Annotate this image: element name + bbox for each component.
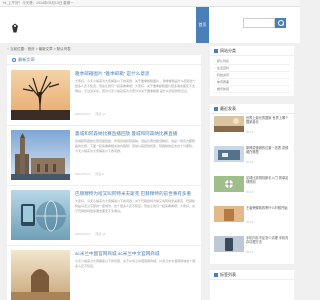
recent-post-item[interactable]: 足球比赛规则新手入门 简单足球规则 05-13 — [214, 176, 290, 196]
breadcrumb: ⌂当前位置：首页 > 最新文章 > 默认列表 — [7, 46, 71, 52]
recent-post-thumbnail[interactable] — [214, 236, 244, 252]
recent-post-title[interactable]: 王者荣耀新赛季什么时候开始 — [246, 206, 290, 220]
widget-header: 标签列表 — [210, 270, 294, 280]
bullet-icon: › — [214, 59, 215, 63]
post-title[interactable]: 巴赫穆特为啥又叫阿特米夫斯克 巴赫穆特的前世事有多重 — [75, 191, 197, 197]
category-label[interactable]: 体育赛事 — [217, 80, 229, 84]
category-label[interactable]: 生活百科 — [217, 66, 229, 70]
post-title[interactable]: 曼城和阿森纳比赛直播回放 曼城和阿森纳比赛直播 — [75, 131, 197, 137]
recent-post-date: 05-13 — [246, 190, 254, 194]
recent-post-item[interactable]: 世界上最长的国家 世界上哪个国家最长 05-13 — [214, 116, 290, 136]
recent-post-thumbnail[interactable] — [214, 146, 244, 162]
top-bar: Hi_上午好！今天是：2024年05月13日 星期一 — [0, 0, 300, 7]
recent-post-date: 05-13 — [246, 130, 254, 134]
section-title: 最新文章 — [18, 57, 35, 62]
post-thumbnail[interactable] — [11, 130, 70, 180]
post-date: 2024-05-13 — [75, 172, 91, 176]
categories-widget: 网站分类 › 默认列表 › 生活百科 › 科技资讯 › 体育赛事 › 娱乐新闻 — [210, 46, 294, 96]
post-excerpt: 大家好，今天小编来为大家解答以下的问题，关于巴赫穆特为啥又叫阿特米夫斯克，巴赫穆… — [75, 199, 196, 213]
widget-title: 最近发表 — [220, 106, 236, 111]
latest-posts-panel: 最新文章 雅季邮箱图片 “雅季邮箱” 是什么意思 大家好，今天小编来为大家解答以… — [7, 55, 201, 300]
widget-title: 标签列表 — [220, 272, 236, 277]
search-icon[interactable] — [275, 18, 286, 28]
tag-icon — [214, 273, 218, 277]
recent-post-thumbnail[interactable] — [214, 116, 244, 132]
bullet-icon: › — [214, 66, 215, 70]
section-header: 最新文章 — [7, 55, 201, 65]
home-icon: ⌂ — [7, 47, 10, 51]
widget-header: 网站分类 — [210, 46, 294, 56]
category-label[interactable]: 娱乐新闻 — [217, 87, 229, 91]
greeting-text: Hi_上午好！今天是：2024年05月13日 星期一 — [3, 1, 74, 5]
recent-post-thumbnail[interactable] — [214, 206, 244, 222]
post-date: 2024-05-13 — [75, 232, 91, 236]
post-item[interactable]: 曼城和阿森纳比赛直播回放 曼城和阿森纳比赛直播 曼城和阿森纳比赛直播回放，作者曼… — [7, 126, 201, 186]
post-thumbnail[interactable] — [11, 250, 70, 300]
post-thumbnail[interactable] — [11, 70, 70, 120]
recent-post-item[interactable]: 原神蒙德城的位置一览表 蒙德城在哪里 05-13 — [214, 146, 290, 166]
category-label[interactable]: 科技资讯 — [217, 73, 229, 77]
recent-post-thumbnail[interactable] — [214, 176, 244, 192]
widget-header: 最近发表 — [210, 104, 294, 114]
recent-post-date: 05-13 — [246, 220, 254, 224]
clock-icon — [12, 58, 16, 62]
post-meta: 2024-05-13 阅读 15 — [75, 232, 197, 237]
menu-icon — [214, 107, 218, 111]
nav-item-home[interactable]: 首页 — [196, 7, 209, 43]
recent-posts-widget: 最近发表 世界上最长的国家 世界上哪个国家最长 05-13 原神蒙德城的位置一览… — [210, 104, 294, 264]
post-item[interactable]: 雅季邮箱图片 “雅季邮箱” 是什么意思 大家好，今天小编来为大家解答以下的问题，… — [7, 66, 201, 126]
recent-post-date: 05-13 — [246, 160, 254, 164]
post-excerpt: 大家好，今天小编来为大家解答以下的问题，关于雅季邮箱图片 ，雅季邮箱是什么意思这… — [75, 79, 196, 93]
bullet-icon: › — [214, 73, 215, 77]
bullet-icon: › — [214, 80, 215, 84]
recent-post-title[interactable]: 足球比赛规则新手入门 简单足球规则 — [246, 176, 290, 190]
search-box — [243, 18, 275, 35]
recent-post-item[interactable]: 王者荣耀新赛季什么时候开始 05-13 — [214, 206, 290, 226]
widget-title: 网站分类 — [220, 48, 236, 53]
post-item[interactable]: ac米兰中国官网商城 ac米兰中文官网商城 今天小编来为大家解答以下的问题，关于… — [7, 246, 201, 300]
post-item[interactable]: 巴赫穆特为啥又叫阿特米夫斯克 巴赫穆特的前世事有多重 大家好，今天小编来为大家解… — [7, 186, 201, 246]
post-title[interactable]: 雅季邮箱图片 “雅季邮箱” 是什么意思 — [75, 71, 197, 77]
recent-post-title[interactable]: 手机内存不足怎么清理 手机内存清理方法 — [246, 236, 290, 250]
category-item[interactable]: › 生活百科 — [214, 65, 290, 72]
category-item[interactable]: › 体育赛事 — [214, 79, 290, 86]
category-item[interactable]: › 科技资讯 — [214, 72, 290, 79]
search-input[interactable] — [244, 27, 274, 35]
bullet-icon: › — [214, 87, 215, 91]
post-excerpt: 曼城和阿森纳比赛直播回放，作者曼城和阿森纳，但是比赛也相当精彩，这是一场双方都想… — [75, 139, 196, 153]
recent-post-title[interactable]: 原神蒙德城的位置一览表 蒙德城在哪里 — [246, 146, 290, 160]
menu-icon — [214, 49, 218, 53]
category-item[interactable]: › 默认列表 — [214, 58, 290, 65]
site-logo[interactable] — [11, 23, 19, 33]
post-date: 2024-05-13 — [75, 112, 91, 116]
post-views: 阅读 9 — [95, 172, 104, 176]
recent-post-date: 05-13 — [246, 250, 254, 254]
post-thumbnail[interactable] — [11, 190, 70, 240]
breadcrumb-text: 当前位置：首页 > 最新文章 > 默认列表 — [10, 47, 71, 51]
post-meta: 2024-05-13 阅读 12 — [75, 112, 197, 117]
tags-widget: 标签列表 — [210, 270, 294, 300]
post-views: 阅读 12 — [95, 112, 106, 116]
category-item[interactable]: › 娱乐新闻 — [214, 86, 290, 93]
post-meta: 2024-05-13 阅读 9 — [75, 172, 197, 177]
recent-post-title[interactable]: 世界上最长的国家 世界上哪个国家最长 — [246, 116, 290, 130]
post-excerpt: 今天小编来为大家解答以下的问题，关于ac米兰中国官网商城，ac米兰中文官网商城这… — [75, 259, 196, 268]
post-views: 阅读 15 — [95, 232, 106, 236]
post-title[interactable]: ac米兰中国官网商城 ac米兰中文官网商城 — [75, 251, 197, 257]
category-label[interactable]: 默认列表 — [217, 59, 229, 63]
recent-post-item[interactable]: 手机内存不足怎么清理 手机内存清理方法 05-13 — [214, 236, 290, 256]
